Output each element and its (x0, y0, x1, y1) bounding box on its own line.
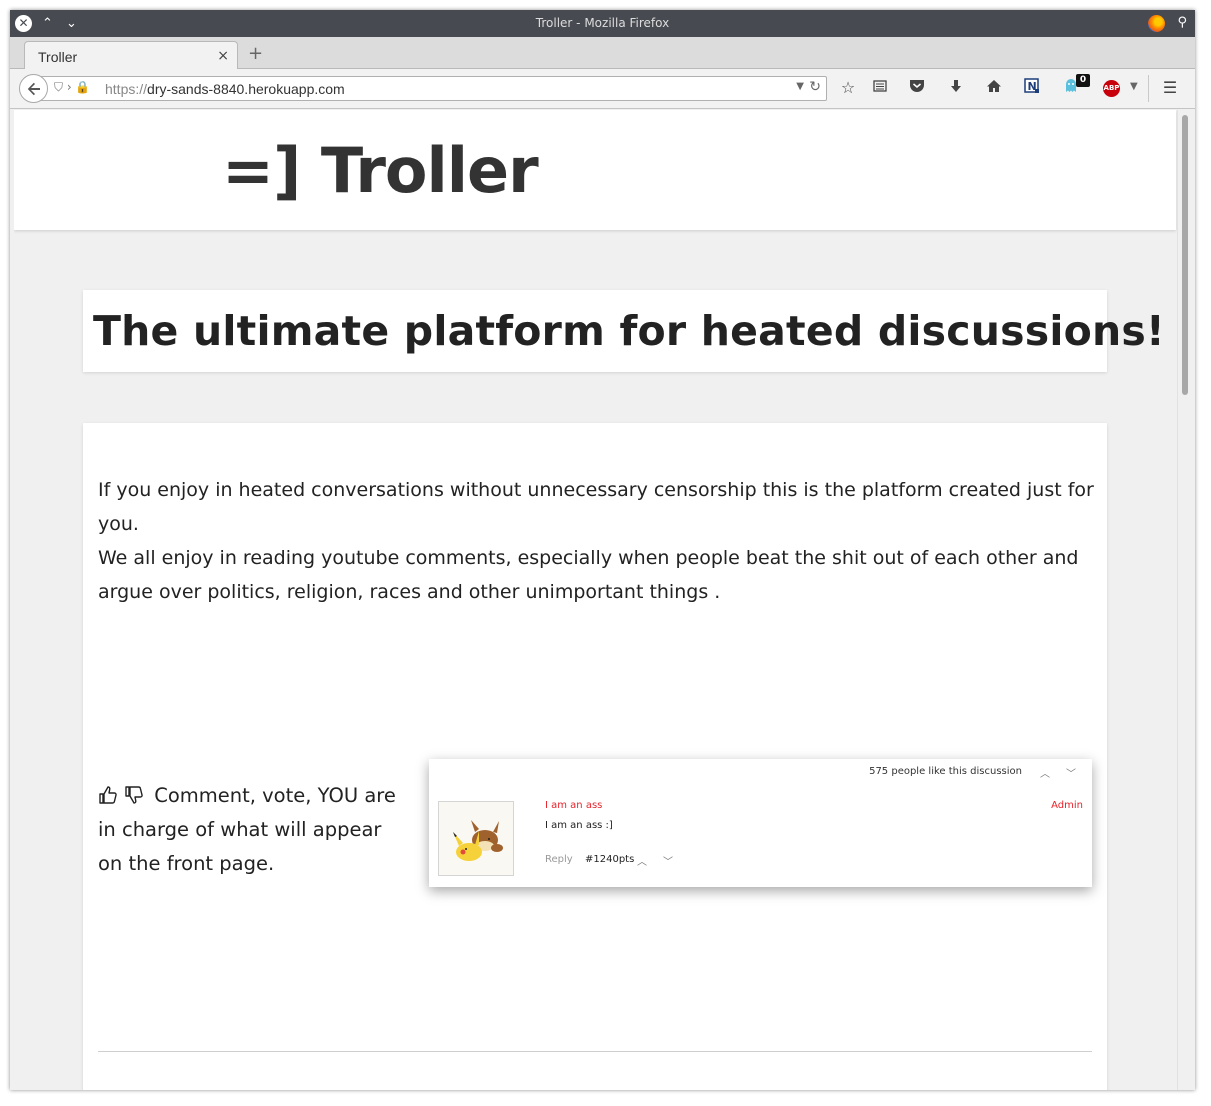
pocket-icon[interactable] (907, 78, 927, 98)
url-history-dropdown-icon[interactable]: ▼ (796, 81, 804, 92)
browser-window: ✕ ⌃ ⌄ Troller - Mozilla Firefox ⚲ Trolle… (10, 10, 1195, 1090)
new-tab-button[interactable]: + (248, 43, 263, 64)
comment-text: I am an ass :] (545, 820, 613, 831)
site-identity-icon[interactable]: ⛉ › 🔒 (54, 80, 90, 95)
comment-author[interactable]: I am an ass (545, 800, 602, 811)
reader-list-icon[interactable] (870, 78, 890, 98)
tab-close-icon[interactable]: × (217, 48, 229, 64)
hero-banner: The ultimate platform for heated discuss… (83, 290, 1165, 372)
likes-count: 575 people like this discussion (869, 766, 1022, 777)
reload-icon[interactable]: ↻ (809, 79, 821, 95)
nav-bar: ⛉ › 🔒 https://dry-sands-8840.herokuapp.c… (10, 69, 1195, 109)
scrollbar-thumb[interactable] (1182, 115, 1188, 395)
feature-block: Comment, vote, YOU are in charge of what… (98, 779, 408, 881)
avatar (438, 801, 514, 876)
downloads-icon[interactable] (946, 78, 966, 98)
tab-strip: Troller × + (10, 37, 1195, 70)
hamburger-menu-icon[interactable]: ☰ (1160, 78, 1180, 98)
title-bar: ✕ ⌃ ⌄ Troller - Mozilla Firefox ⚲ (10, 10, 1195, 37)
firefox-logo-icon (1148, 15, 1165, 32)
discussion-downvote-icon[interactable]: ﹀ (1066, 765, 1076, 780)
home-icon[interactable] (984, 78, 1004, 98)
thumbs-up-icon (99, 786, 117, 804)
comment-role-badge: Admin (1051, 800, 1083, 811)
site-logo[interactable]: =] Troller (222, 134, 539, 207)
reply-link[interactable]: Reply (545, 854, 573, 865)
thumbs-down-icon (125, 786, 143, 804)
pin-icon[interactable]: ⚲ (1177, 15, 1187, 30)
adblock-plus-icon[interactable]: ABP (1103, 80, 1120, 97)
comment-downvote-icon[interactable]: ﹀ (663, 853, 673, 868)
url-bar[interactable]: ⛉ › 🔒 https://dry-sands-8840.herokuapp.c… (40, 76, 827, 101)
intro-paragraph-2: We all enjoy in reading youtube comments… (98, 547, 1079, 603)
window-title: Troller - Mozilla Firefox (535, 16, 670, 30)
discussion-upvote-icon[interactable]: ︿ (1040, 765, 1050, 780)
bookmark-star-icon[interactable]: ☆ (838, 78, 858, 98)
page-viewport: =] Troller The ultimate platform for hea… (14, 110, 1191, 1090)
tab-troller[interactable]: Troller × (24, 41, 238, 70)
back-arrow-icon (27, 82, 40, 96)
adblock-dropdown-icon[interactable]: ▼ (1130, 81, 1138, 92)
page-scrollbar[interactable] (1177, 110, 1191, 1090)
url-text[interactable]: https://dry-sands-8840.herokuapp.com (105, 81, 345, 97)
ghostery-count-badge: 0 (1076, 74, 1090, 87)
noscript-icon[interactable]: N (1022, 78, 1042, 98)
toolbar-separator (1148, 75, 1149, 102)
pikachu-eevee-avatar-icon (453, 820, 503, 861)
comment-preview: 575 people like this discussion ︿ ﹀ I am… (429, 759, 1092, 887)
intro-paragraph-1: If you enjoy in heated conversations wit… (98, 479, 1094, 535)
comment-upvote-icon[interactable]: ︿ (637, 853, 647, 868)
hero-title: The ultimate platform for heated discuss… (93, 307, 1165, 355)
intro-card: If you enjoy in heated conversations wit… (83, 423, 1107, 1090)
back-button[interactable] (19, 74, 48, 103)
thumbs-icons (98, 779, 144, 813)
comment-points: #1240pts (585, 854, 635, 865)
tab-label: Troller (38, 49, 78, 65)
site-header: =] Troller (14, 110, 1176, 230)
divider (98, 1051, 1092, 1052)
